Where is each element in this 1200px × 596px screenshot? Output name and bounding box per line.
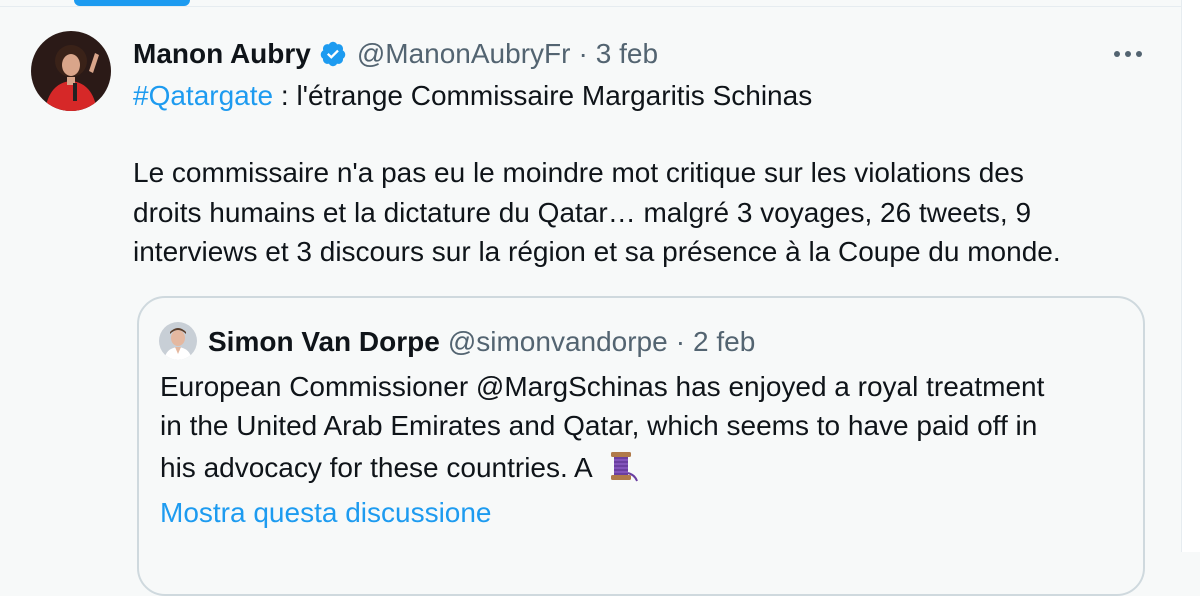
separator: · bbox=[675, 326, 686, 357]
quoted-body-line: in the United Arab Emirates and Qatar, w… bbox=[160, 410, 1038, 441]
avatar-photo bbox=[31, 31, 111, 111]
tweet-header: Manon Aubry @ManonAubryFr · 3 feb bbox=[133, 34, 658, 74]
tweet-body-line: droits humains et la dictature du Qatar…… bbox=[133, 197, 1032, 228]
avatar[interactable] bbox=[31, 31, 111, 111]
quoted-header: Simon Van Dorpe @simonvandorpe · 2 feb bbox=[208, 322, 755, 362]
verified-badge-icon bbox=[319, 40, 347, 68]
tweet-body-line: Le commissaire n'a pas eu le moindre mot… bbox=[133, 157, 1024, 188]
quoted-author-handle[interactable]: @simonvandorpe bbox=[448, 326, 668, 358]
author-handle[interactable]: @ManonAubryFr bbox=[357, 38, 571, 70]
quoted-body-line: European Commissioner @MargSchinas has e… bbox=[160, 371, 1045, 402]
quoted-body-line-last: his advocacy for these countries. A bbox=[160, 449, 639, 490]
quoted-author-name[interactable]: Simon Van Dorpe bbox=[208, 326, 440, 358]
thread-spool-icon bbox=[605, 449, 639, 490]
tweet-date[interactable]: 3 feb bbox=[596, 38, 658, 70]
separator: · bbox=[578, 38, 588, 69]
quoted-date[interactable]: 2 feb bbox=[693, 326, 755, 358]
quoted-avatar[interactable] bbox=[159, 322, 197, 360]
tweet-body-line: interviews et 3 discours sur la région e… bbox=[133, 236, 1061, 267]
more-options-icon[interactable] bbox=[1108, 40, 1148, 68]
quoted-body-text: his advocacy for these countries. A bbox=[160, 452, 592, 483]
quoted-avatar-photo bbox=[159, 322, 197, 360]
scrollbar-edge bbox=[1181, 0, 1200, 552]
hashtag-link[interactable]: #Qatargate bbox=[133, 80, 273, 111]
tweet-title-text: : l'étrange Commissaire Margaritis Schin… bbox=[273, 80, 813, 111]
divider bbox=[0, 6, 1200, 7]
show-thread-link[interactable]: Mostra questa discussione bbox=[160, 497, 492, 529]
author-name[interactable]: Manon Aubry bbox=[133, 38, 311, 70]
tweet-text-line: #Qatargate : l'étrange Commissaire Marga… bbox=[133, 80, 812, 112]
